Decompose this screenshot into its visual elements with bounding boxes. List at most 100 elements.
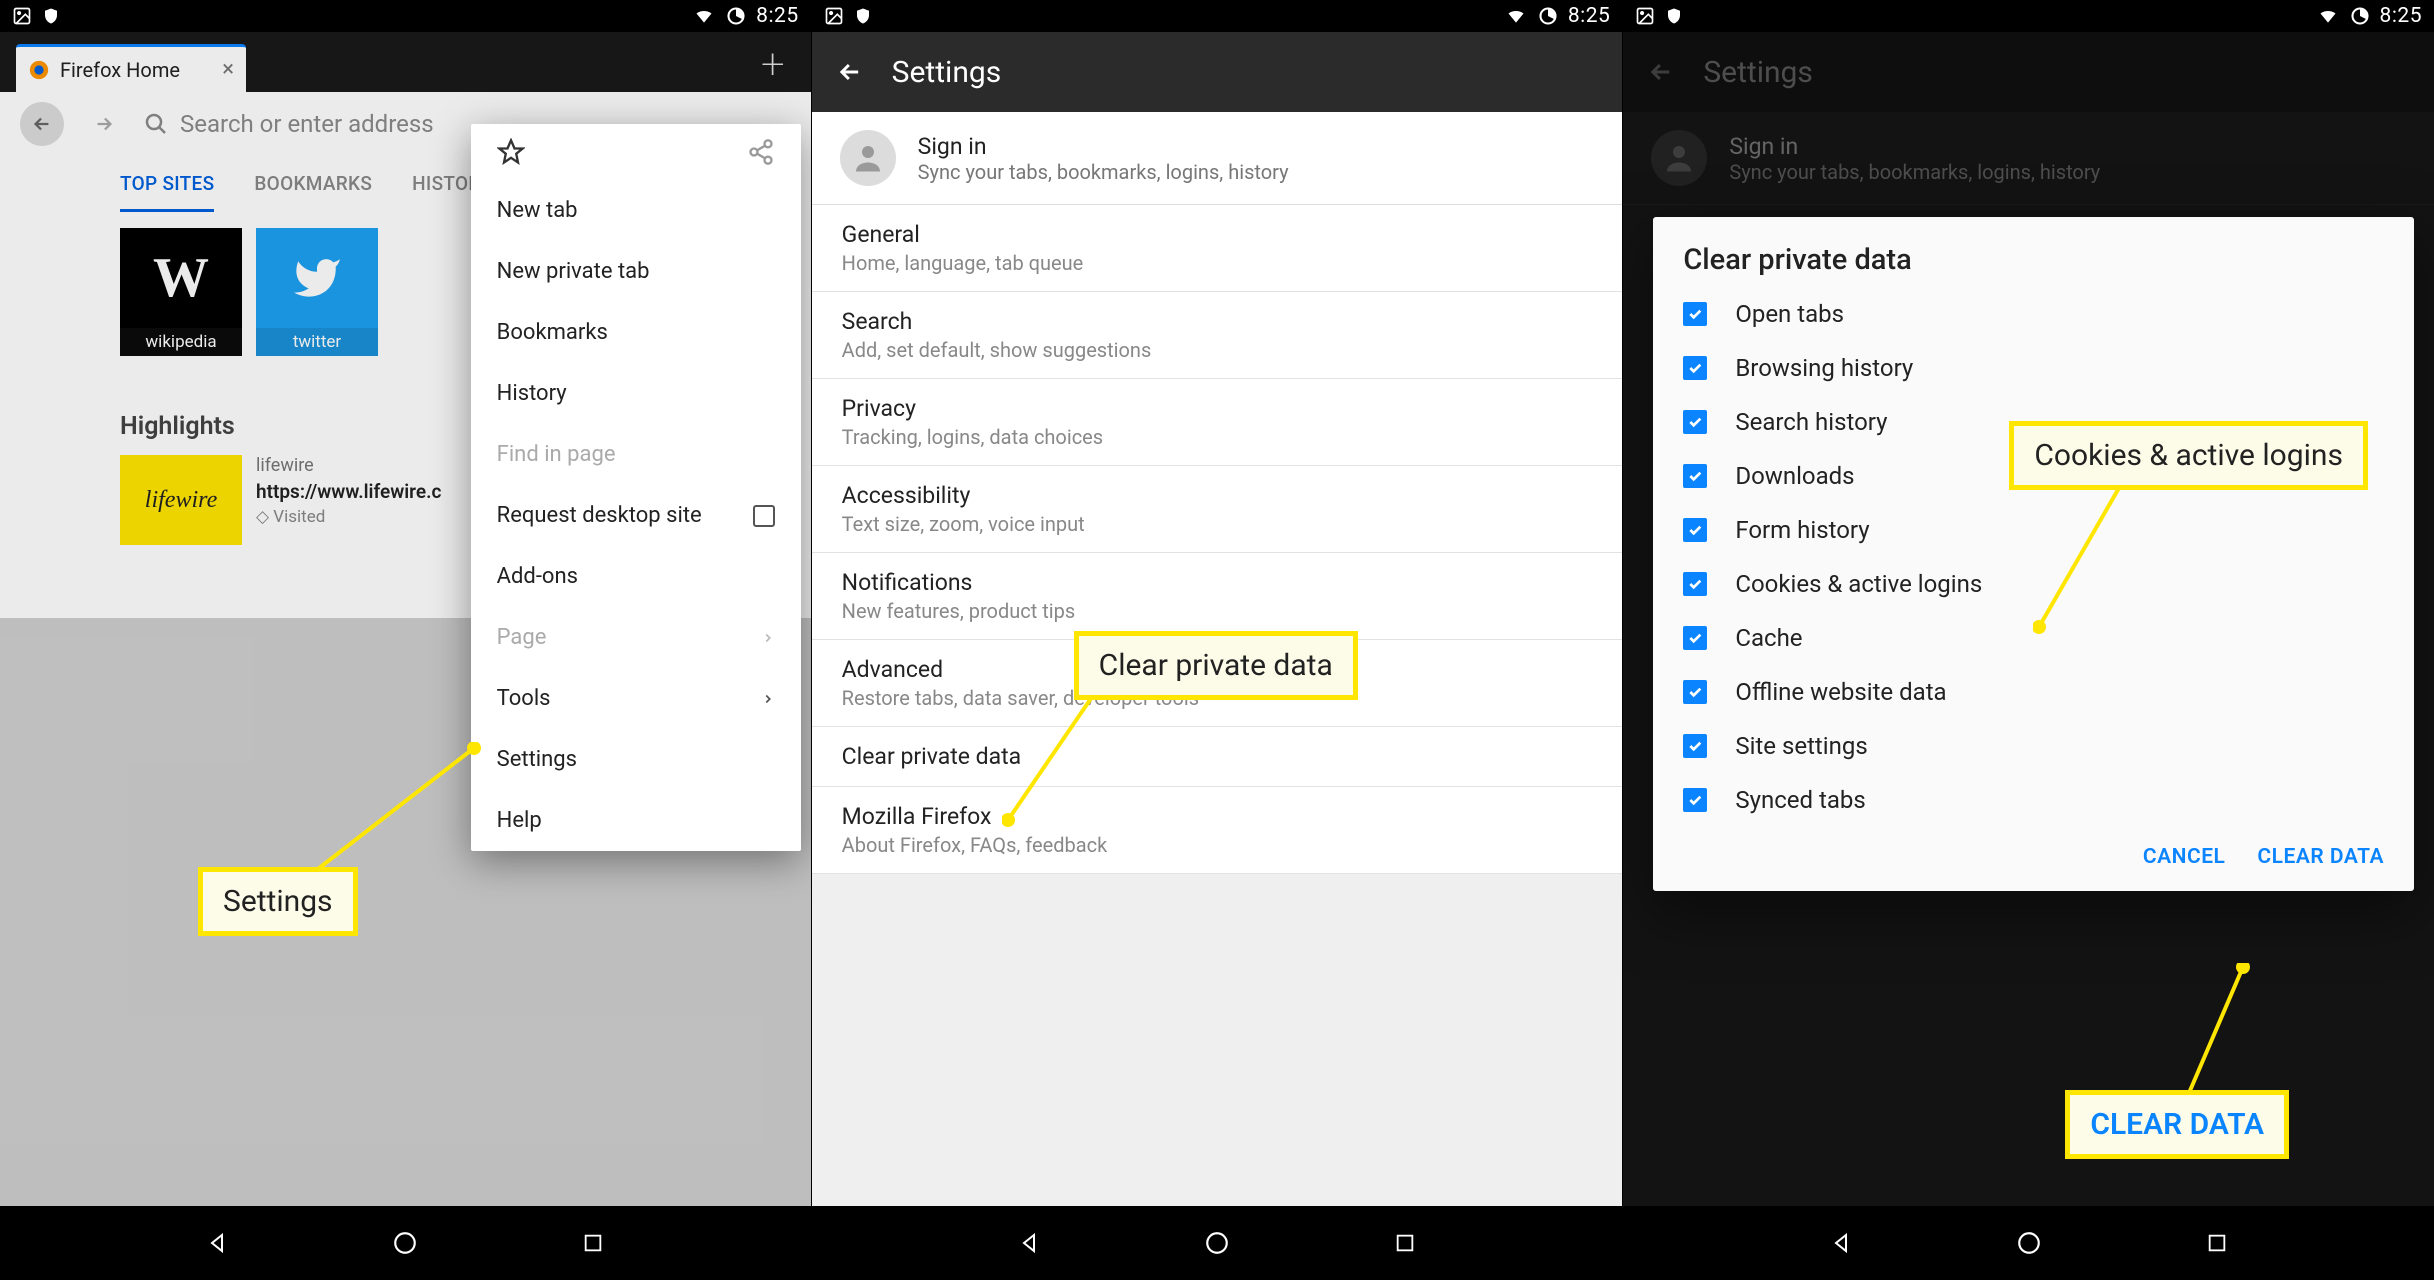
dialog-title: Clear private data <box>1653 243 2414 287</box>
tab-close-icon[interactable]: × <box>222 57 234 82</box>
dialog-option-open-tabs[interactable]: Open tabs <box>1653 287 2414 341</box>
dialog-option-label: Search history <box>1735 408 1887 436</box>
checkbox-checked-icon[interactable] <box>1683 734 1707 758</box>
menu-item-label: Request desktop site <box>497 503 702 528</box>
nav-back-icon[interactable] <box>1015 1229 1043 1257</box>
dialog-option-label: Form history <box>1735 516 1869 544</box>
checkbox-checked-icon[interactable] <box>1683 518 1707 542</box>
dialog-option-label: Open tabs <box>1735 300 1844 328</box>
status-time: 8:25 <box>2380 4 2423 28</box>
checkbox-checked-icon[interactable] <box>1683 410 1707 434</box>
nav-recents-icon[interactable] <box>2203 1229 2231 1257</box>
menu-item-history[interactable]: History <box>471 363 801 424</box>
nav-home-icon[interactable] <box>391 1229 419 1257</box>
forward-button[interactable] <box>82 102 126 146</box>
settings-item-notifications[interactable]: NotificationsNew features, product tips <box>812 553 1623 640</box>
chevron-right-icon <box>761 631 775 645</box>
menu-item-bookmarks[interactable]: Bookmarks <box>471 302 801 363</box>
overflow-menu: New tab New private tabBookmarks History Fi… <box>471 124 801 851</box>
dialog-option-synced-tabs[interactable]: Synced tabs <box>1653 773 2414 827</box>
menu-item-new-private-tab[interactable]: New private tab <box>471 241 801 302</box>
browser-tab[interactable]: Firefox Home × <box>16 44 246 92</box>
menu-item-label: Settings <box>497 747 577 772</box>
cancel-button[interactable]: CANCEL <box>2143 845 2226 869</box>
star-icon[interactable] <box>497 138 525 166</box>
checkbox-checked-icon[interactable] <box>1683 572 1707 596</box>
checkbox-checked-icon[interactable] <box>1683 356 1707 380</box>
dialog-option-label: Offline website data <box>1735 678 1946 706</box>
sign-in-title: Sign in <box>918 133 1289 160</box>
topsite-twitter[interactable]: twitter <box>256 228 378 356</box>
settings-item-title: General <box>842 221 1593 248</box>
checkbox-checked-icon[interactable] <box>1683 302 1707 326</box>
menu-item-label: History <box>497 381 567 406</box>
dialog-option-offline-website-data[interactable]: Offline website data <box>1653 665 2414 719</box>
battery-icon <box>1538 6 1558 26</box>
share-icon[interactable] <box>747 138 775 166</box>
checkbox-checked-icon[interactable] <box>1683 680 1707 704</box>
menu-item-page: Page <box>471 607 801 668</box>
avatar-icon <box>840 130 896 186</box>
menu-item-label: Help <box>497 808 542 833</box>
dialog-option-label: Site settings <box>1735 732 1867 760</box>
wifi-icon <box>1504 6 1528 26</box>
dialog-option-site-settings[interactable]: Site settings <box>1653 719 2414 773</box>
checkbox-icon[interactable] <box>753 505 775 527</box>
callout-cookies-active-logins: Cookies & active logins <box>2009 421 2368 490</box>
nav-home-icon[interactable] <box>1203 1229 1231 1257</box>
callout-line <box>1002 690 1122 830</box>
settings-item-title: Mozilla Firefox <box>842 803 1593 830</box>
search-icon <box>144 112 168 136</box>
menu-item-add-ons[interactable]: Add-ons <box>471 546 801 607</box>
menu-item-label: Page <box>497 625 547 650</box>
menu-item-settings[interactable]: Settings <box>471 729 801 790</box>
nav-home-icon[interactable] <box>2015 1229 2043 1257</box>
settings-item-accessibility[interactable]: AccessibilityText size, zoom, voice inpu… <box>812 466 1623 553</box>
sign-in-sub: Sync your tabs, bookmarks, logins, histo… <box>918 160 1289 184</box>
checkbox-checked-icon[interactable] <box>1683 626 1707 650</box>
settings-item-sub: About Firefox, FAQs, feedback <box>842 833 1593 857</box>
topsite-label: wikipedia <box>120 328 242 356</box>
status-bar: 8:25 <box>812 0 1623 32</box>
menu-item-request-desktop-site[interactable]: Request desktop site <box>471 485 801 546</box>
sign-in-row[interactable]: Sign in Sync your tabs, bookmarks, login… <box>812 112 1623 205</box>
nav-back-icon[interactable] <box>1827 1229 1855 1257</box>
settings-item-search[interactable]: SearchAdd, set default, show suggestions <box>812 292 1623 379</box>
settings-item-general[interactable]: GeneralHome, language, tab queue <box>812 205 1623 292</box>
android-nav-bar <box>0 1206 811 1280</box>
settings-item-title: Clear private data <box>842 743 1593 770</box>
panel-3-clear-data-dialog: 8:25 Settings Sign in Sync your tabs, bo… <box>1622 0 2434 1280</box>
menu-item-label: Find in page <box>497 442 616 467</box>
status-time: 8:25 <box>756 4 799 28</box>
tab-top-sites[interactable]: TOP SITES <box>120 172 214 212</box>
nav-recents-icon[interactable] <box>1391 1229 1419 1257</box>
menu-item-label: New tab <box>497 198 578 223</box>
settings-item-clear-private-data[interactable]: Clear private data <box>812 727 1623 787</box>
menu-item-tools[interactable]: Tools <box>471 668 801 729</box>
menu-item-help[interactable]: Help <box>471 790 801 851</box>
tab-bookmarks[interactable]: BOOKMARKS <box>254 172 372 212</box>
image-icon <box>824 6 844 26</box>
highlight-url: https://www.lifewire.c <box>256 480 441 503</box>
tab-strip: Firefox Home × + <box>0 32 811 92</box>
back-button[interactable] <box>20 102 64 146</box>
menu-item-new-tab[interactable]: New tab <box>471 180 801 241</box>
nav-back-icon[interactable] <box>203 1229 231 1257</box>
back-arrow-icon[interactable] <box>836 58 864 86</box>
new-tab-button[interactable]: + <box>761 40 785 89</box>
checkbox-checked-icon[interactable] <box>1683 464 1707 488</box>
image-icon <box>1635 6 1655 26</box>
settings-item-sub: Text size, zoom, voice input <box>842 512 1593 536</box>
battery-icon <box>2350 6 2370 26</box>
settings-item-mozilla-firefox[interactable]: Mozilla Firefox About Firefox, FAQs, feed… <box>812 787 1623 874</box>
menu-item-find-in-page: Find in page <box>471 424 801 485</box>
checkbox-checked-icon[interactable] <box>1683 788 1707 812</box>
clear-data-button[interactable]: CLEAR DATA <box>2257 845 2384 869</box>
settings-item-privacy[interactable]: PrivacyTracking, logins, data choices <box>812 379 1623 466</box>
dialog-option-browsing-history[interactable]: Browsing history <box>1653 341 2414 395</box>
twitter-icon <box>256 228 378 328</box>
battery-icon <box>726 6 746 26</box>
topsite-wikipedia[interactable]: W wikipedia <box>120 228 242 356</box>
nav-recents-icon[interactable] <box>579 1229 607 1257</box>
menu-item-label: Tools <box>497 686 551 711</box>
